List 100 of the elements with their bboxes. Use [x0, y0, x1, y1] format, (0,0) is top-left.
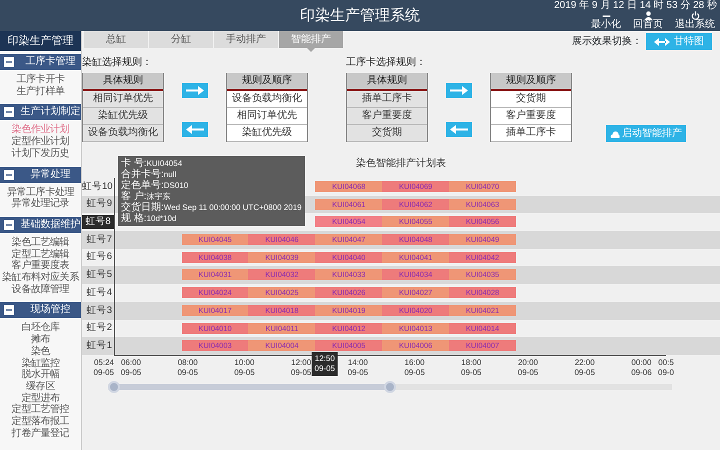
sidebar-item[interactable]: 工序卡开卡	[0, 74, 81, 86]
time-cursor-label: 12:50 09-05	[312, 352, 338, 376]
rule-item[interactable]: 交货期	[347, 125, 427, 142]
sidebar-item[interactable]: 染缸监控	[0, 358, 81, 370]
axis-label: 18:00 09-05	[461, 358, 482, 378]
right-arrow-icon	[450, 86, 468, 95]
cloud-icon	[610, 130, 620, 138]
collapse-icon[interactable]	[4, 57, 14, 67]
rule-item[interactable]: 相同订单优先	[227, 108, 307, 125]
left-arrow-icon	[450, 125, 468, 134]
axis-label: 05:24 09-05	[94, 358, 114, 378]
column-header: 具体规则	[347, 73, 427, 91]
add-rule-button[interactable]	[446, 83, 472, 98]
tooltip-line: 卡 号:KUI04054	[121, 158, 184, 169]
rules-title: 染缸选择规则：	[82, 56, 153, 69]
tab[interactable]: 分缸	[149, 31, 213, 48]
row-label[interactable]: 虹号9	[82, 197, 114, 212]
sidebar-item[interactable]: 摊布	[0, 334, 81, 346]
axis-label: 22:00 09-05	[574, 358, 595, 378]
axis-label: 00:00 09-06	[631, 358, 652, 378]
sidebar-item[interactable]: 定型进布	[0, 392, 81, 404]
sidebar-item[interactable]: 异常处理记录	[0, 198, 81, 210]
row-label[interactable]: 虹号6	[82, 250, 114, 265]
tab[interactable]: 手动排产	[214, 31, 278, 48]
row-label[interactable]: 虹号3	[82, 304, 114, 318]
section-header[interactable]: 异常处理	[0, 166, 81, 183]
rule-item[interactable]: 客户重要度	[491, 108, 571, 125]
sidebar-item[interactable]: 定型落布报工	[0, 416, 81, 428]
axis-label: 08:00 09-05	[177, 358, 198, 378]
rule-item[interactable]: 染缸优先级	[83, 108, 163, 125]
remove-rule-button[interactable]	[182, 122, 208, 137]
section-header[interactable]: 现场管控	[0, 302, 81, 318]
sidebar-item[interactable]: 缓存区	[0, 380, 81, 393]
sidebar-item[interactable]: 染缸布料对应关系	[0, 272, 81, 284]
rule-item[interactable]: 插单工序卡	[347, 91, 427, 108]
rule-item[interactable]: 染缸优先级	[227, 125, 307, 142]
tooltip-line: 合并卡号:null	[121, 169, 178, 180]
sidebar-item[interactable]: 生产打样单	[0, 86, 81, 98]
section-header[interactable]: 生产计划制定	[0, 104, 81, 120]
app-title: 印染生产管理系统	[300, 6, 420, 26]
collapse-icon[interactable]	[4, 305, 14, 316]
section-header[interactable]: 工序卡管理	[0, 54, 81, 70]
power-icon	[690, 11, 700, 20]
tooltip-line: 交货日期:Wed Sep 11 00:00:00 UTC+0800 2019	[121, 202, 302, 213]
date-time: 2019 年 9 月 12 日 14 时 53 分 28 秒	[554, 0, 717, 11]
axis-label: 10:00 09-05	[234, 358, 255, 378]
add-rule-button[interactable]	[182, 83, 208, 98]
rules-title: 工序卡选择规则：	[346, 56, 427, 69]
sidebar-item[interactable]: 定型工艺编辑	[0, 248, 81, 260]
minimize-button[interactable]: 最小化	[589, 11, 623, 30]
rule-item[interactable]: 插单工序卡	[491, 125, 571, 142]
sidebar-item[interactable]: 设备故障管理	[0, 284, 81, 296]
remove-rule-button[interactable]	[446, 122, 472, 137]
section-header[interactable]: 基础数据维护	[0, 216, 81, 233]
collapse-icon[interactable]	[4, 220, 14, 230]
sidebar-item[interactable]: 白坯仓库	[0, 322, 81, 334]
rule-item[interactable]: 设备负载均衡化	[83, 125, 163, 142]
row-label[interactable]: 虹号8	[82, 215, 114, 230]
rule-item[interactable]: 设备负载均衡化	[227, 91, 307, 108]
sidebar-item[interactable]: 定型作业计划	[0, 136, 81, 148]
column-header: 规则及顺序	[491, 73, 571, 91]
sidebar-item[interactable]: 定型工艺管控	[0, 404, 81, 416]
axis-label: 12:00 09-05	[290, 358, 312, 378]
left-right-arrows-icon	[654, 38, 670, 46]
sidebar-item[interactable]: 染色	[0, 346, 81, 358]
row-label[interactable]: 虹号5	[82, 268, 114, 282]
sidebar-item[interactable]: 染色工艺编辑	[0, 236, 81, 249]
axis-label: 14:00 09-05	[348, 358, 368, 378]
sidebar-item[interactable]: 脱水开幅	[0, 369, 81, 381]
collapse-icon[interactable]	[4, 170, 14, 180]
sidebar-title: 印染生产管理	[0, 31, 81, 51]
tooltip-line: 规 格:10d*10d	[121, 213, 178, 224]
range-handle[interactable]	[384, 380, 396, 393]
axis-label: 00:5 09-0	[658, 358, 674, 378]
row-label[interactable]: 虹号1	[82, 338, 114, 354]
range-handle[interactable]	[108, 380, 120, 393]
sidebar-item[interactable]: 异常工序卡处理	[0, 186, 81, 198]
logout-button[interactable]: 退出系统	[673, 11, 717, 30]
view-switch-label: 展示效果切换：	[572, 34, 642, 49]
row-label[interactable]: 虹号2	[82, 321, 114, 336]
axis-label: 20:00 09-05	[518, 358, 538, 378]
column-header: 具体规则	[83, 73, 163, 91]
tab[interactable]: 总缸	[84, 31, 148, 48]
tooltip-line: 客 户:沫宇东	[121, 191, 172, 202]
user-icon	[644, 11, 652, 20]
rule-item[interactable]: 客户重要度	[347, 108, 427, 125]
row-label[interactable]: 虹号7	[82, 232, 114, 248]
rule-item[interactable]: 交货期	[491, 91, 571, 108]
sidebar-item[interactable]: 打卷产量登记	[0, 428, 81, 440]
right-arrow-icon	[186, 86, 204, 95]
column-header: 规则及顺序	[227, 73, 307, 91]
left-arrow-icon	[186, 125, 204, 134]
row-label[interactable]: 虹号10	[82, 180, 114, 194]
collapse-icon[interactable]	[4, 107, 14, 118]
rule-item[interactable]: 相同订单优先	[83, 91, 163, 108]
axis-label: 16:00 09-05	[404, 358, 425, 378]
sidebar-item[interactable]: 计划下发历史	[0, 148, 81, 160]
row-label[interactable]: 虹号4	[82, 286, 114, 300]
chart-title: 染色智能排产计划表	[356, 158, 446, 169]
sidebar-item[interactable]: 客户重要度表	[0, 260, 81, 272]
